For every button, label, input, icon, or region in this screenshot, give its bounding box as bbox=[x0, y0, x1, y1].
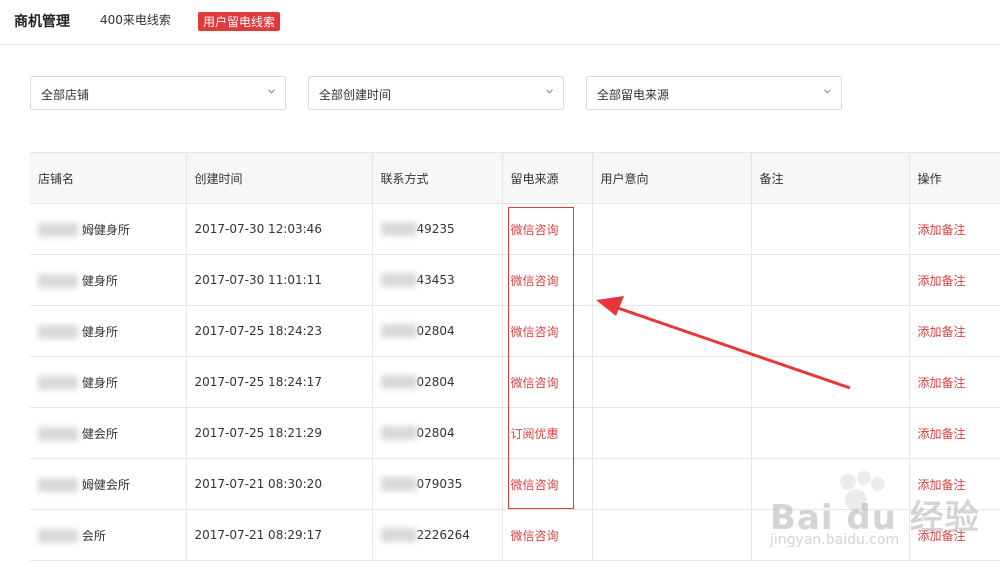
watermark-url: jingyan.baidu.com bbox=[770, 532, 900, 548]
